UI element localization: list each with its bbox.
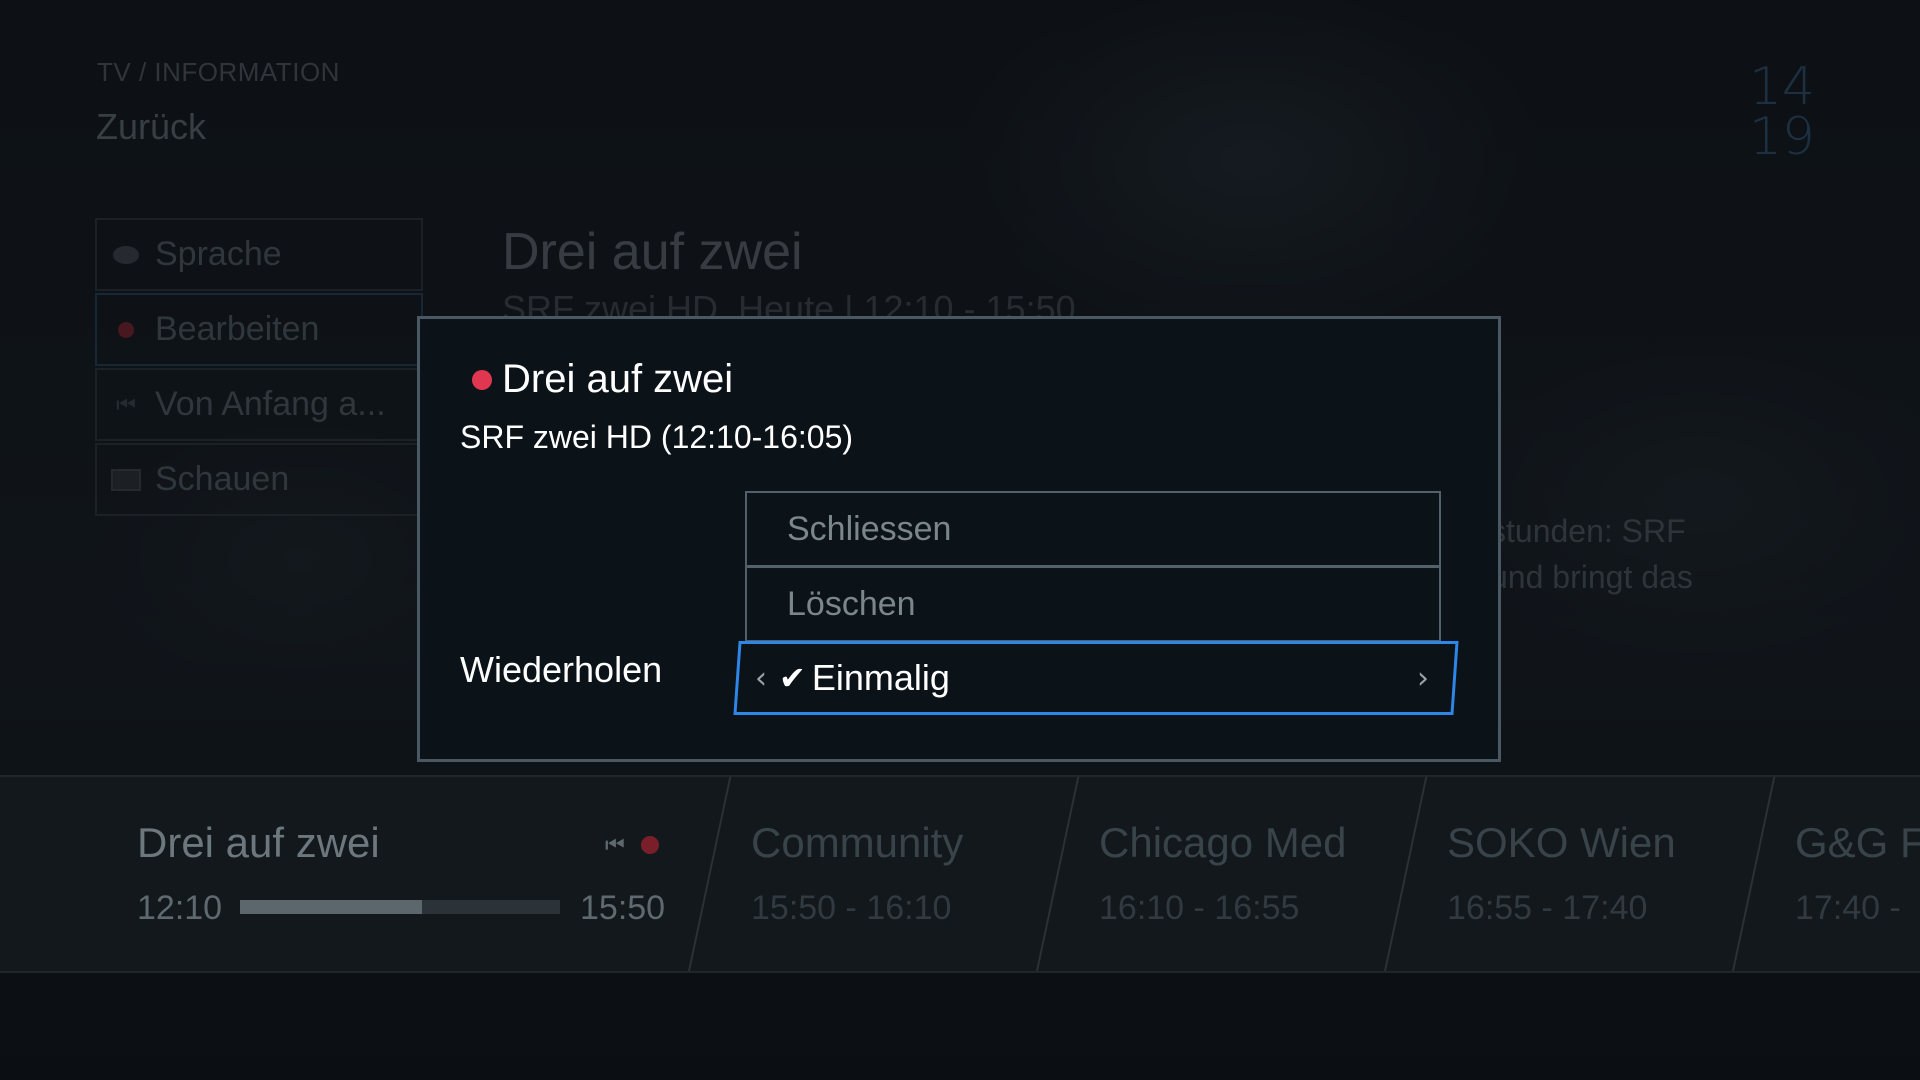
schedule-item-title: Drei auf zwei <box>137 819 380 866</box>
delete-button[interactable]: Löschen <box>745 566 1441 642</box>
repeat-label: Wiederholen <box>460 649 663 690</box>
schedule-item[interactable]: SOKO Wien 16:55 - 17:40 <box>1408 777 1756 971</box>
schedule-item-title: Chicago Med <box>1099 819 1347 866</box>
schedule-item-title: SOKO Wien <box>1447 819 1676 866</box>
repeat-value: Einmalig <box>811 657 950 698</box>
schedule-strip: Drei auf zwei ⏮ 12:10 15:50 Community 15… <box>0 775 1920 973</box>
repeat-selector[interactable]: ‹ ✔ Einmalig › <box>745 641 1445 715</box>
schedule-item[interactable]: Chicago Med 16:10 - 16:55 <box>1060 777 1408 971</box>
progress-bar <box>240 900 560 914</box>
progress-fill <box>240 900 423 914</box>
dialog-subtitle: SRF zwei HD (12:10-16:05) <box>460 419 854 455</box>
restart-icon: ⏮ <box>605 832 625 857</box>
schedule-item-title: G&G F <box>1795 819 1920 866</box>
schedule-item[interactable]: Community 15:50 - 16:10 <box>712 777 1060 971</box>
close-button[interactable]: Schliessen <box>745 491 1441 567</box>
schedule-item-icons: ⏮ <box>605 832 659 858</box>
checkmark-icon: ✔ <box>779 659 806 697</box>
record-dot-icon <box>640 836 659 854</box>
schedule-item-time: 16:10 - 16:55 <box>1099 889 1300 927</box>
schedule-item-time: 17:40 - <box>1795 889 1901 927</box>
schedule-item-end: 15:50 <box>580 889 666 927</box>
chevron-left-icon[interactable]: ‹ <box>755 661 767 696</box>
schedule-item-time: 16:55 - 17:40 <box>1447 889 1648 927</box>
dialog-title-text: Drei auf zwei <box>502 357 734 401</box>
schedule-item-start: 12:10 <box>137 889 223 927</box>
record-dot-icon <box>472 369 492 390</box>
recording-dialog: Drei auf zwei SRF zwei HD (12:10-16:05) … <box>417 316 1501 762</box>
schedule-item-title: Community <box>751 819 964 866</box>
schedule-item[interactable]: G&G F 17:40 - <box>1756 777 1920 971</box>
schedule-item-current[interactable]: Drei auf zwei ⏮ 12:10 15:50 <box>0 777 712 971</box>
chevron-right-icon[interactable]: › <box>1417 661 1429 696</box>
schedule-item-time: 15:50 - 16:10 <box>751 889 952 927</box>
dialog-title: Drei auf zwei <box>472 357 733 402</box>
